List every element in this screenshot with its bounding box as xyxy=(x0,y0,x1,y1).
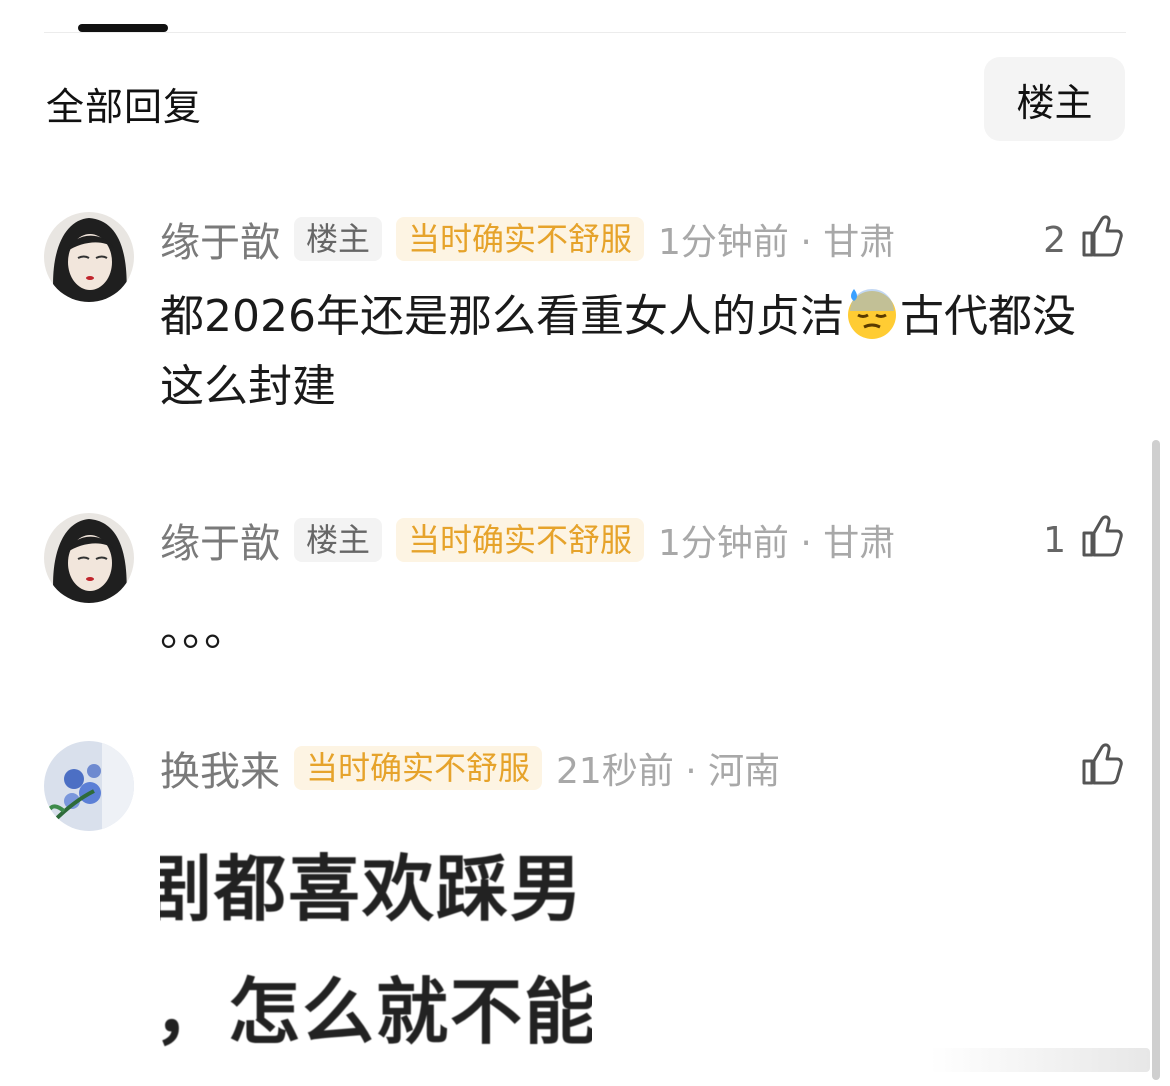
image-text: ，怎么就不能 xyxy=(160,970,592,1048)
thumbs-up-icon xyxy=(1076,211,1126,270)
like-button[interactable]: 1 xyxy=(1043,510,1126,570)
time-location: 21秒前 · 河南 xyxy=(556,751,781,792)
avatar[interactable] xyxy=(44,212,134,302)
time-location: 1分钟前 · 甘肃 xyxy=(658,523,896,564)
avatar[interactable] xyxy=(44,513,134,603)
comments-page: 全部回复 楼主 缘于歆 楼主 当时确实不舒服 1分钟前 · 甘肃 2 都2026… xyxy=(0,0,1170,1086)
divider xyxy=(44,32,1126,33)
like-button[interactable]: 2 xyxy=(1043,210,1126,270)
thumbs-up-icon xyxy=(1076,739,1126,798)
op-badge: 楼主 xyxy=(294,217,383,261)
comment-meta: 缘于歆 楼主 当时确实不舒服 1分钟前 · 甘肃 xyxy=(160,515,896,567)
section-title: 全部回复 xyxy=(46,85,203,129)
avatar[interactable] xyxy=(44,741,134,831)
comment-text-part: 都2026年还是那么看重女人的贞洁 xyxy=(160,291,844,342)
like-button[interactable] xyxy=(1066,738,1126,798)
like-count: 1 xyxy=(1043,519,1066,561)
like-count: 2 xyxy=(1043,219,1066,261)
mood-tag: 当时确实不舒服 xyxy=(396,217,645,261)
comment-text: 。。。 xyxy=(160,605,248,656)
mood-tag: 当时确实不舒服 xyxy=(294,746,543,790)
comment-image[interactable]: 剧都喜欢踩男 ，怎么就不能 xyxy=(160,828,592,1048)
sweat-face-emoji xyxy=(844,285,900,341)
active-tab-indicator xyxy=(78,24,168,32)
image-text: 剧都喜欢踩男 xyxy=(160,847,585,931)
watermark xyxy=(930,1048,1150,1072)
username[interactable]: 缘于歆 xyxy=(160,511,280,569)
username[interactable]: 缘于歆 xyxy=(160,210,280,268)
mood-tag: 当时确实不舒服 xyxy=(396,518,645,562)
thumbs-up-icon xyxy=(1076,511,1126,570)
op-only-filter-button[interactable]: 楼主 xyxy=(984,57,1125,141)
comment-text: 都2026年还是那么看重女人的贞洁 古代都没这么封建 xyxy=(160,282,1100,422)
username[interactable]: 换我来 xyxy=(160,739,280,797)
time-location: 1分钟前 · 甘肃 xyxy=(658,222,896,263)
op-badge: 楼主 xyxy=(294,518,383,562)
comment-meta: 换我来 当时确实不舒服 21秒前 · 河南 xyxy=(160,743,781,795)
comment-meta: 缘于歆 楼主 当时确实不舒服 1分钟前 · 甘肃 xyxy=(160,214,896,266)
scrollbar[interactable] xyxy=(1152,440,1160,1080)
